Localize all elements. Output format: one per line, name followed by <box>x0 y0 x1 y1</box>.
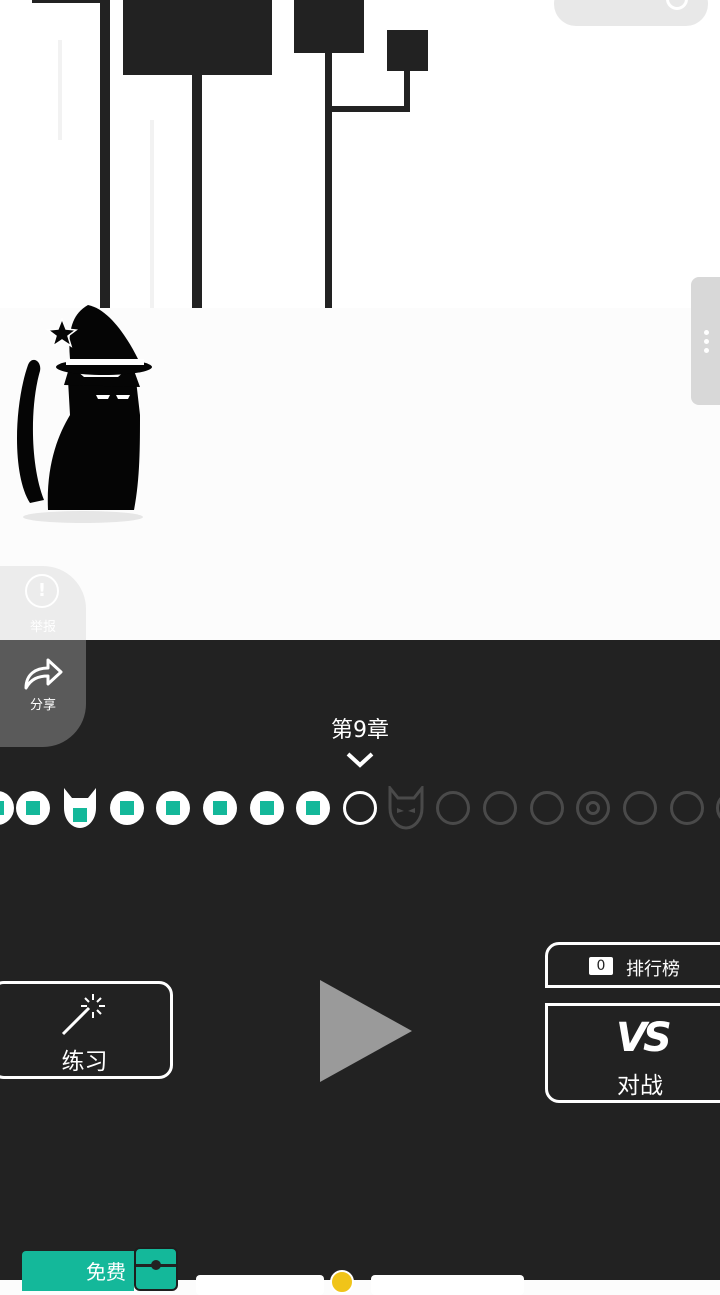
level-progress-row <box>0 782 720 834</box>
level-node-done[interactable] <box>16 791 50 825</box>
ceiling-bar <box>32 0 104 3</box>
chapter-title: 第9章 <box>331 718 389 743</box>
leaderboard-count-badge: 0 <box>589 957 613 975</box>
warning-icon: ! <box>25 574 59 608</box>
side-actions: ! 举报 分享 <box>0 566 86 747</box>
play-button[interactable] <box>318 978 414 1084</box>
play-icon <box>320 980 412 1082</box>
pillar-3 <box>325 53 332 308</box>
free-tag[interactable]: 免费 <box>22 1251 134 1291</box>
block-medium <box>294 0 364 53</box>
level-node-locked[interactable] <box>716 791 720 825</box>
vs-icon: VS <box>616 1015 672 1061</box>
mini-program-capsule: ●●● <box>554 0 708 26</box>
level-node-locked[interactable] <box>483 791 517 825</box>
share-button[interactable]: 分享 <box>0 640 86 747</box>
versus-label: 对战 <box>617 1073 663 1099</box>
target-close-icon[interactable] <box>666 0 688 10</box>
pillar-2 <box>192 75 202 308</box>
level-node-special[interactable] <box>576 791 610 825</box>
practice-label: 练习 <box>61 1049 108 1075</box>
level-node-done[interactable] <box>296 791 330 825</box>
magic-wand-icon <box>61 994 105 1036</box>
treasure-chest-icon[interactable] <box>134 1247 178 1291</box>
level-node-done[interactable] <box>203 791 237 825</box>
level-node-locked[interactable] <box>530 791 564 825</box>
branch-stem <box>404 70 410 112</box>
level-node-current[interactable] <box>343 791 377 825</box>
practice-button[interactable]: 练习 <box>0 981 173 1079</box>
level-node-done[interactable] <box>156 791 190 825</box>
ghost-line <box>150 120 154 308</box>
share-arrow-icon <box>24 658 63 690</box>
block-large <box>123 0 272 75</box>
pillar-1 <box>100 0 110 308</box>
level-node-done[interactable] <box>110 791 144 825</box>
game-scene <box>0 0 720 640</box>
versus-button[interactable]: VS 对战 <box>545 1003 720 1103</box>
handle-dot-icon <box>704 339 709 344</box>
witch-cat-character <box>17 305 152 523</box>
handle-dot-icon <box>704 330 709 335</box>
level-node-locked[interactable] <box>623 791 657 825</box>
boss-devil-icon[interactable] <box>386 786 426 830</box>
handle-dot-icon <box>704 348 709 353</box>
level-node-done[interactable] <box>0 791 14 825</box>
boss-cat-icon[interactable] <box>60 786 100 830</box>
share-label: 分享 <box>29 698 56 713</box>
branch-arm <box>325 106 410 112</box>
ghost-line-2 <box>58 40 62 140</box>
leaderboard-label: 排行榜 <box>626 959 680 980</box>
level-node-locked[interactable] <box>436 791 470 825</box>
report-label: 举报 <box>29 620 56 635</box>
level-node-locked[interactable] <box>670 791 704 825</box>
side-drawer-handle[interactable] <box>691 277 720 405</box>
progress-bar-right <box>371 1275 524 1295</box>
progress-bar-left <box>196 1275 324 1295</box>
free-label: 免费 <box>86 1260 126 1284</box>
coin-icon <box>330 1270 354 1294</box>
more-dots-icon[interactable]: ●●● <box>576 0 619 2</box>
chevron-down-icon <box>346 752 374 768</box>
leaderboard-button[interactable]: 0 排行榜 <box>545 942 720 988</box>
block-small <box>387 30 428 71</box>
level-node-done[interactable] <box>250 791 284 825</box>
